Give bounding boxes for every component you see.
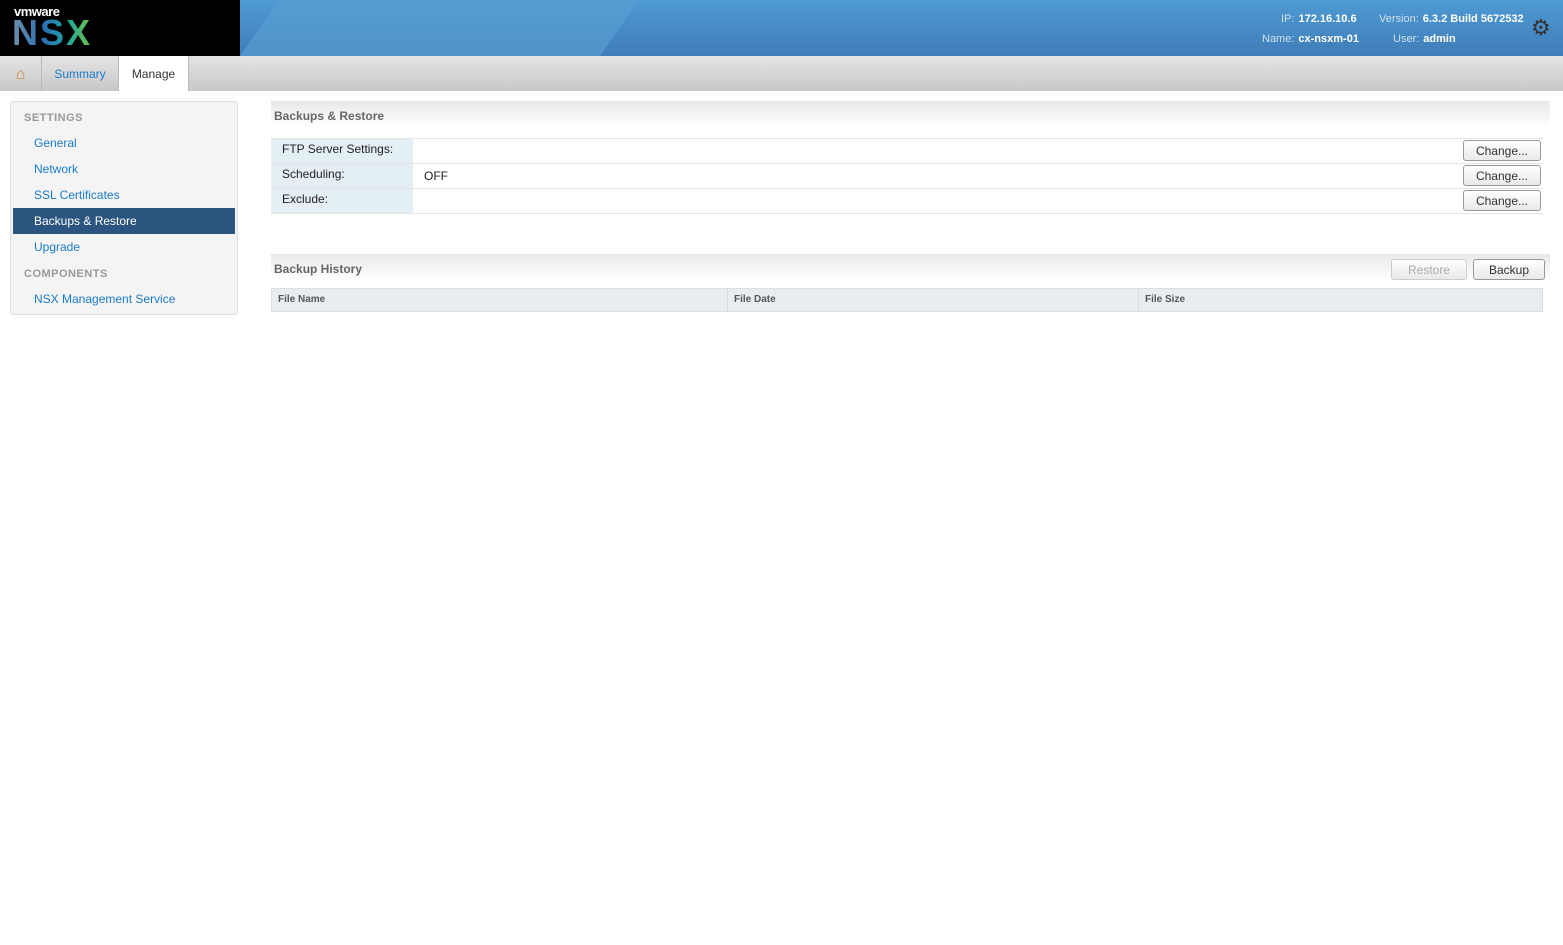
user-info: User: admin	[1393, 33, 1456, 45]
ftp-settings-label: FTP Server Settings:	[271, 139, 413, 163]
exclude-row: Exclude:	[271, 189, 1543, 214]
column-file-date[interactable]: File Date	[728, 289, 1139, 311]
backup-button[interactable]: Backup	[1473, 259, 1545, 280]
sidebar-item-network[interactable]: Network	[13, 156, 235, 182]
sidebar-item-general[interactable]: General	[13, 130, 235, 156]
ip-label: IP:	[1281, 13, 1295, 25]
settings-heading: SETTINGS	[24, 112, 84, 124]
home-icon[interactable]: ⌂	[0, 56, 42, 91]
sidebar-item-ssl-certificates[interactable]: SSL Certificates	[13, 182, 235, 208]
sidebar-item-upgrade[interactable]: Upgrade	[13, 234, 235, 260]
backups-restore-title: Backups & Restore	[271, 101, 1550, 127]
tab-manage[interactable]: Manage	[119, 56, 189, 91]
backup-history-table-header: File Name File Date File Size	[271, 288, 1543, 312]
user-label: User:	[1393, 33, 1420, 45]
ip-info: IP: 172.16.10.6	[1281, 13, 1357, 25]
change-scheduling-button[interactable]: Change...	[1463, 165, 1541, 186]
scheduling-value: OFF	[424, 169, 448, 183]
gear-icon[interactable]: ⚙	[1531, 15, 1551, 41]
ip-value: 172.16.10.6	[1298, 13, 1357, 25]
change-ftp-button[interactable]: Change...	[1463, 140, 1541, 161]
name-value: cx-nsxm-01	[1298, 33, 1359, 45]
banner-decoration	[240, 0, 640, 56]
tab-summary[interactable]: Summary	[42, 56, 119, 91]
version-label: Version:	[1379, 13, 1419, 25]
nsx-logo: NSX	[12, 12, 93, 53]
components-heading: COMPONENTS	[24, 268, 108, 280]
restore-button[interactable]: Restore	[1391, 259, 1467, 280]
scheduling-row: Scheduling: OFF	[271, 164, 1543, 189]
tab-bar: ⌂ Summary Manage	[0, 56, 1563, 91]
user-value: admin	[1423, 33, 1456, 45]
column-file-name[interactable]: File Name	[272, 289, 728, 311]
version-info: Version: 6.3.2 Build 5672532	[1379, 13, 1524, 25]
name-info: Name: cx-nsxm-01	[1262, 33, 1359, 45]
scheduling-label: Scheduling:	[271, 164, 413, 188]
sidebar-item-backups-restore[interactable]: Backups & Restore	[13, 208, 235, 234]
sidebar-item-nsx-management-service[interactable]: NSX Management Service	[13, 286, 235, 312]
name-label: Name:	[1262, 33, 1295, 45]
change-exclude-button[interactable]: Change...	[1463, 190, 1541, 211]
exclude-label: Exclude:	[271, 189, 413, 213]
top-banner: vmware NSX IP:172.16.10.6 Version:6.3.2 …	[0, 0, 1563, 56]
ftp-settings-row: FTP Server Settings:	[271, 139, 1543, 164]
column-file-size[interactable]: File Size	[1139, 289, 1542, 311]
backup-history-title: Backup History	[271, 254, 1550, 280]
version-value: 6.3.2 Build 5672532	[1422, 13, 1524, 25]
settings-sidebar: SETTINGS General Network SSL Certificate…	[10, 101, 238, 315]
